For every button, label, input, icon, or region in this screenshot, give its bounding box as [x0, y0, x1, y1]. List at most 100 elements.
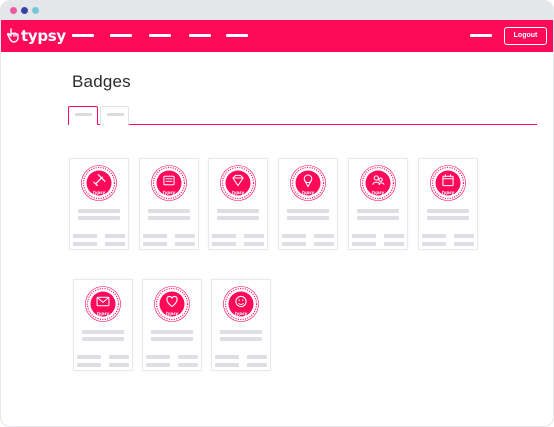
badge-caption: typsy [92, 190, 106, 195]
badge-card[interactable]: typsy [139, 158, 199, 250]
cash-register-icon [151, 165, 187, 201]
badge-medallion [222, 285, 260, 323]
text-placeholder [422, 242, 446, 246]
text-placeholder [151, 337, 193, 341]
text-placeholder [175, 242, 195, 246]
badge-card[interactable]: typsy [418, 158, 478, 250]
badge-medallion [219, 164, 257, 202]
badge-medallion [84, 285, 122, 323]
heart-icon [154, 286, 190, 322]
maximize-window-button[interactable] [32, 7, 39, 14]
mail-icon [85, 286, 121, 322]
nav-link-4[interactable] [189, 34, 211, 37]
text-placeholder [352, 234, 376, 238]
smile-icon [223, 286, 259, 322]
close-window-button[interactable] [10, 7, 17, 14]
badge-medallion [289, 164, 327, 202]
page-title: Badges [72, 72, 131, 91]
badge-caption: typsy [162, 190, 176, 195]
text-placeholder [427, 216, 469, 220]
text-placeholder [422, 234, 446, 238]
text-placeholder [454, 234, 474, 238]
text-placeholder [77, 363, 101, 367]
hand-icon [7, 28, 19, 43]
text-placeholder [287, 209, 329, 213]
text-placeholder [78, 216, 120, 220]
badge-caption: typsy [441, 190, 455, 195]
badge-caption: typsy [96, 311, 110, 316]
text-placeholder [384, 242, 404, 246]
text-placeholder [148, 209, 190, 213]
tab-label-placeholder [75, 113, 92, 116]
tab-active[interactable] [68, 106, 98, 125]
diamond-icon [220, 165, 256, 201]
badge-medallion [359, 164, 397, 202]
text-placeholder [454, 242, 474, 246]
badge-card[interactable]: typsy [278, 158, 338, 250]
text-placeholder [212, 242, 236, 246]
text-placeholder [105, 242, 125, 246]
text-placeholder [357, 209, 399, 213]
text-placeholder [178, 355, 198, 359]
text-placeholder [178, 363, 198, 367]
text-placeholder [212, 234, 236, 238]
text-placeholder [247, 355, 267, 359]
bottle-icon [81, 165, 117, 201]
badge-card[interactable]: typsy [142, 279, 202, 371]
badge-card[interactable]: typsy [211, 279, 271, 371]
calendar-icon [430, 165, 466, 201]
text-placeholder [217, 209, 259, 213]
text-placeholder [148, 216, 190, 220]
tab-label-placeholder [107, 113, 124, 116]
text-placeholder [143, 242, 167, 246]
text-placeholder [427, 209, 469, 213]
badge-medallion [153, 285, 191, 323]
text-placeholder [105, 234, 125, 238]
minimize-window-button[interactable] [21, 7, 28, 14]
badge-card[interactable]: typsy [208, 158, 268, 250]
text-placeholder [352, 242, 376, 246]
browser-window: typsy Logout Badges typsy typsy typsy typsy… [0, 0, 554, 427]
text-placeholder [109, 355, 129, 359]
badge-card[interactable]: typsy [69, 158, 129, 250]
badge-caption: typsy [234, 311, 248, 316]
text-placeholder [151, 330, 193, 334]
text-placeholder [217, 216, 259, 220]
text-placeholder [82, 330, 124, 334]
text-placeholder [215, 363, 239, 367]
nav-link-5[interactable] [226, 34, 248, 37]
text-placeholder [146, 355, 170, 359]
badge-card[interactable]: typsy [73, 279, 133, 371]
badge-caption: typsy [371, 190, 385, 195]
tab-inactive[interactable] [100, 106, 129, 125]
nav-link-2[interactable] [110, 34, 132, 37]
text-placeholder [175, 234, 195, 238]
brand-wordmark: typsy [21, 27, 66, 45]
nav-link-1[interactable] [72, 34, 94, 37]
text-placeholder [220, 330, 262, 334]
text-placeholder [78, 209, 120, 213]
ice-cream-icon [290, 165, 326, 201]
badge-medallion [429, 164, 467, 202]
text-placeholder [357, 216, 399, 220]
people-icon [360, 165, 396, 201]
text-placeholder [109, 363, 129, 367]
nav-link-account[interactable] [470, 34, 492, 37]
badge-medallion [150, 164, 188, 202]
text-placeholder [244, 242, 264, 246]
nav-link-3[interactable] [149, 34, 171, 37]
text-placeholder [220, 337, 262, 341]
logout-button[interactable]: Logout [504, 27, 547, 45]
text-placeholder [384, 234, 404, 238]
text-placeholder [73, 242, 97, 246]
text-placeholder [314, 234, 334, 238]
brand-logo[interactable]: typsy [7, 27, 66, 45]
text-placeholder [282, 242, 306, 246]
badge-card[interactable]: typsy [348, 158, 408, 250]
text-placeholder [77, 355, 101, 359]
text-placeholder [244, 234, 264, 238]
text-placeholder [73, 234, 97, 238]
text-placeholder [143, 234, 167, 238]
text-placeholder [287, 216, 329, 220]
text-placeholder [146, 363, 170, 367]
